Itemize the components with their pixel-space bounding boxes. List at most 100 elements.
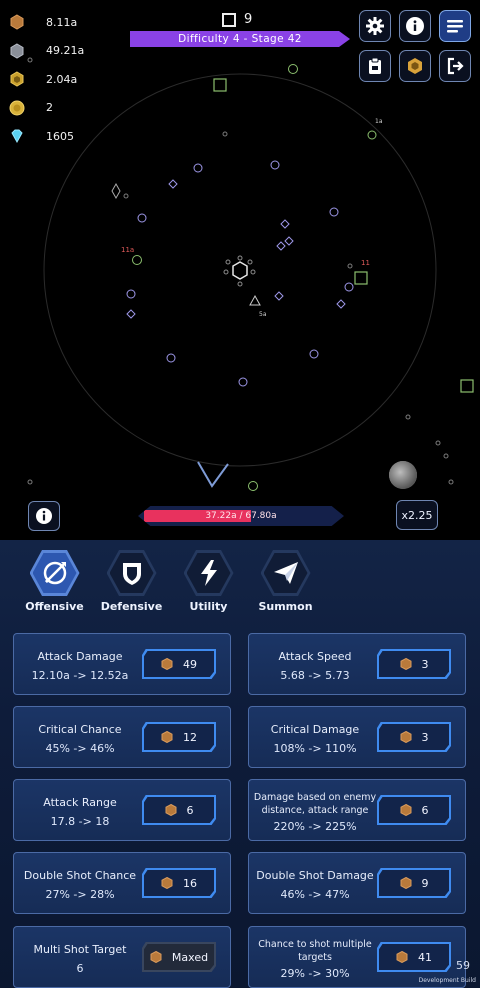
menu-button[interactable] <box>439 10 471 42</box>
shop-button[interactable] <box>399 50 431 82</box>
tower-orbit <box>223 255 256 287</box>
bronze-hexagon-icon <box>150 951 162 963</box>
upgrade-buy-button[interactable]: 41 <box>377 942 451 972</box>
wave-count: 9 <box>244 12 253 27</box>
settings-button[interactable] <box>359 10 391 42</box>
green-enemies <box>132 64 377 491</box>
info-icon <box>36 508 52 524</box>
wave-info-button[interactable] <box>28 501 60 531</box>
upgrade-buy-button[interactable]: 6 <box>377 795 451 825</box>
resource-value: 2.04a <box>46 72 78 86</box>
upgrade-card: Double Shot Chance 27% -> 28% 16 <box>13 852 231 914</box>
speed-label: x2.25 <box>401 508 433 522</box>
upgrade-card: Double Shot Damage 46% -> 47% 9 <box>248 852 466 914</box>
upgrade-card: Attack Damage 12.10a -> 12.52a 49 <box>13 633 231 695</box>
resource-row: 8.11a <box>8 8 84 37</box>
resource-value: 49.21a <box>46 44 85 58</box>
upgrade-value: 27% -> 28% <box>45 888 115 901</box>
fps-counter: 59 <box>456 959 470 972</box>
upgrade-card: Critical Damage 108% -> 110% 3 <box>248 706 466 768</box>
damage-label: 11 <box>361 259 370 267</box>
upgrade-buy-button[interactable]: 3 <box>377 722 451 752</box>
tab-offensive[interactable]: Offensive <box>16 550 93 613</box>
tower-icon <box>232 261 248 280</box>
exit-icon <box>447 57 464 75</box>
upgrade-card: Critical Chance 45% -> 46% 12 <box>13 706 231 768</box>
upgrade-value: 108% -> 110% <box>273 742 357 755</box>
upgrade-card: Attack Speed 5.68 -> 5.73 3 <box>248 633 466 695</box>
enemy-diamonds <box>126 179 346 319</box>
bronze-hexagon-icon <box>400 658 411 670</box>
difficulty-label: Difficulty 4 - Stage 42 <box>178 33 302 45</box>
upgrade-cost: 3 <box>421 730 429 744</box>
upgrade-buy-button[interactable]: 6 <box>142 795 216 825</box>
square-icon <box>222 12 236 27</box>
silver-hexagon-icon <box>8 42 26 60</box>
tasks-button[interactable] <box>359 50 391 82</box>
upgrade-cost: 41 <box>418 950 432 964</box>
tab-label: Offensive <box>25 600 84 613</box>
resource-row: 2.04a <box>8 65 84 94</box>
upgrade-cost: 6 <box>421 803 429 817</box>
upgrade-name: Double Shot Damage <box>256 869 374 882</box>
upgrade-card: Attack Range 17.8 -> 18 6 <box>13 779 231 841</box>
upgrade-cost: 3 <box>421 657 429 671</box>
bronze-hexagon-icon <box>400 731 411 743</box>
maxed-button[interactable]: Maxed <box>142 942 216 972</box>
wave-counter: 9 <box>222 12 252 27</box>
upgrade-cost: 9 <box>421 876 429 890</box>
clipboard-icon <box>369 57 381 74</box>
resource-value: 2 <box>46 101 53 115</box>
resource-row: 49.21a <box>8 37 84 66</box>
range-circle <box>43 73 437 467</box>
upgrade-value: 5.68 -> 5.73 <box>280 669 350 682</box>
upgrade-tabs: Offensive Defensive Utility Summon <box>16 550 324 613</box>
upgrade-buy-button[interactable]: 3 <box>377 649 451 679</box>
upgrade-cost: Maxed <box>171 950 209 964</box>
bronze-hexagon-icon <box>396 951 408 963</box>
upgrade-buy-button[interactable]: 16 <box>142 868 216 898</box>
upgrade-card: Damage based on enemy distance, attack r… <box>248 779 466 841</box>
upgrade-name: Attack Range <box>43 796 117 809</box>
speed-button[interactable]: x2.25 <box>396 500 438 530</box>
upgrade-value: 45% -> 46% <box>45 742 115 755</box>
upgrade-cost: 6 <box>186 803 194 817</box>
upgrade-name: Critical Damage <box>270 723 360 736</box>
bronze-hexagon-icon <box>161 658 173 670</box>
upgrade-value: 220% -> 225% <box>273 820 357 833</box>
tab-utility[interactable]: Utility <box>170 550 247 613</box>
health-text: 37.22a / 67.80a <box>205 511 277 521</box>
shield-icon <box>122 563 141 585</box>
exit-button[interactable] <box>439 50 471 82</box>
upgrade-name: Chance to shot multiple targets <box>258 939 372 963</box>
gear-icon <box>366 17 384 35</box>
damage-label: 11a <box>121 246 134 254</box>
lightning-icon <box>200 560 217 586</box>
enemy-squares <box>213 78 474 393</box>
upgrade-name: Attack Speed <box>278 650 352 663</box>
game-area[interactable]: 11a 11 5a 1a 8.11a 49.21a 2.04a 2 1605 9… <box>0 0 480 540</box>
upgrade-buy-button[interactable]: 12 <box>142 722 216 752</box>
enemy-circles <box>126 160 354 387</box>
upgrade-value: 46% -> 47% <box>280 888 350 901</box>
tab-label: Summon <box>258 600 313 613</box>
upgrade-value: 6 <box>76 962 84 975</box>
tab-label: Utility <box>189 600 228 613</box>
offensive-icon <box>43 561 66 585</box>
upgrade-cost: 16 <box>183 876 197 890</box>
upgrade-buy-button[interactable]: 9 <box>377 868 451 898</box>
resource-list: 8.11a 49.21a 2.04a 2 1605 <box>8 8 84 151</box>
tab-summon[interactable]: Summon <box>247 550 324 613</box>
bronze-hexagon-icon <box>161 731 173 743</box>
upgrade-buy-button[interactable]: 49 <box>142 649 216 679</box>
upgrade-name: Double Shot Chance <box>23 869 137 882</box>
triangle-enemy <box>249 294 261 306</box>
damage-label: 5a <box>259 311 267 318</box>
diamond-gem-icon <box>8 127 26 145</box>
upgrade-cost: 49 <box>183 657 197 671</box>
resource-value: 1605 <box>46 129 74 143</box>
info-button[interactable] <box>399 10 431 42</box>
tab-defensive[interactable]: Defensive <box>93 550 170 613</box>
upgrade-name: Damage based on enemy distance, attack r… <box>253 792 377 816</box>
upgrade-name: Attack Damage <box>37 650 123 663</box>
